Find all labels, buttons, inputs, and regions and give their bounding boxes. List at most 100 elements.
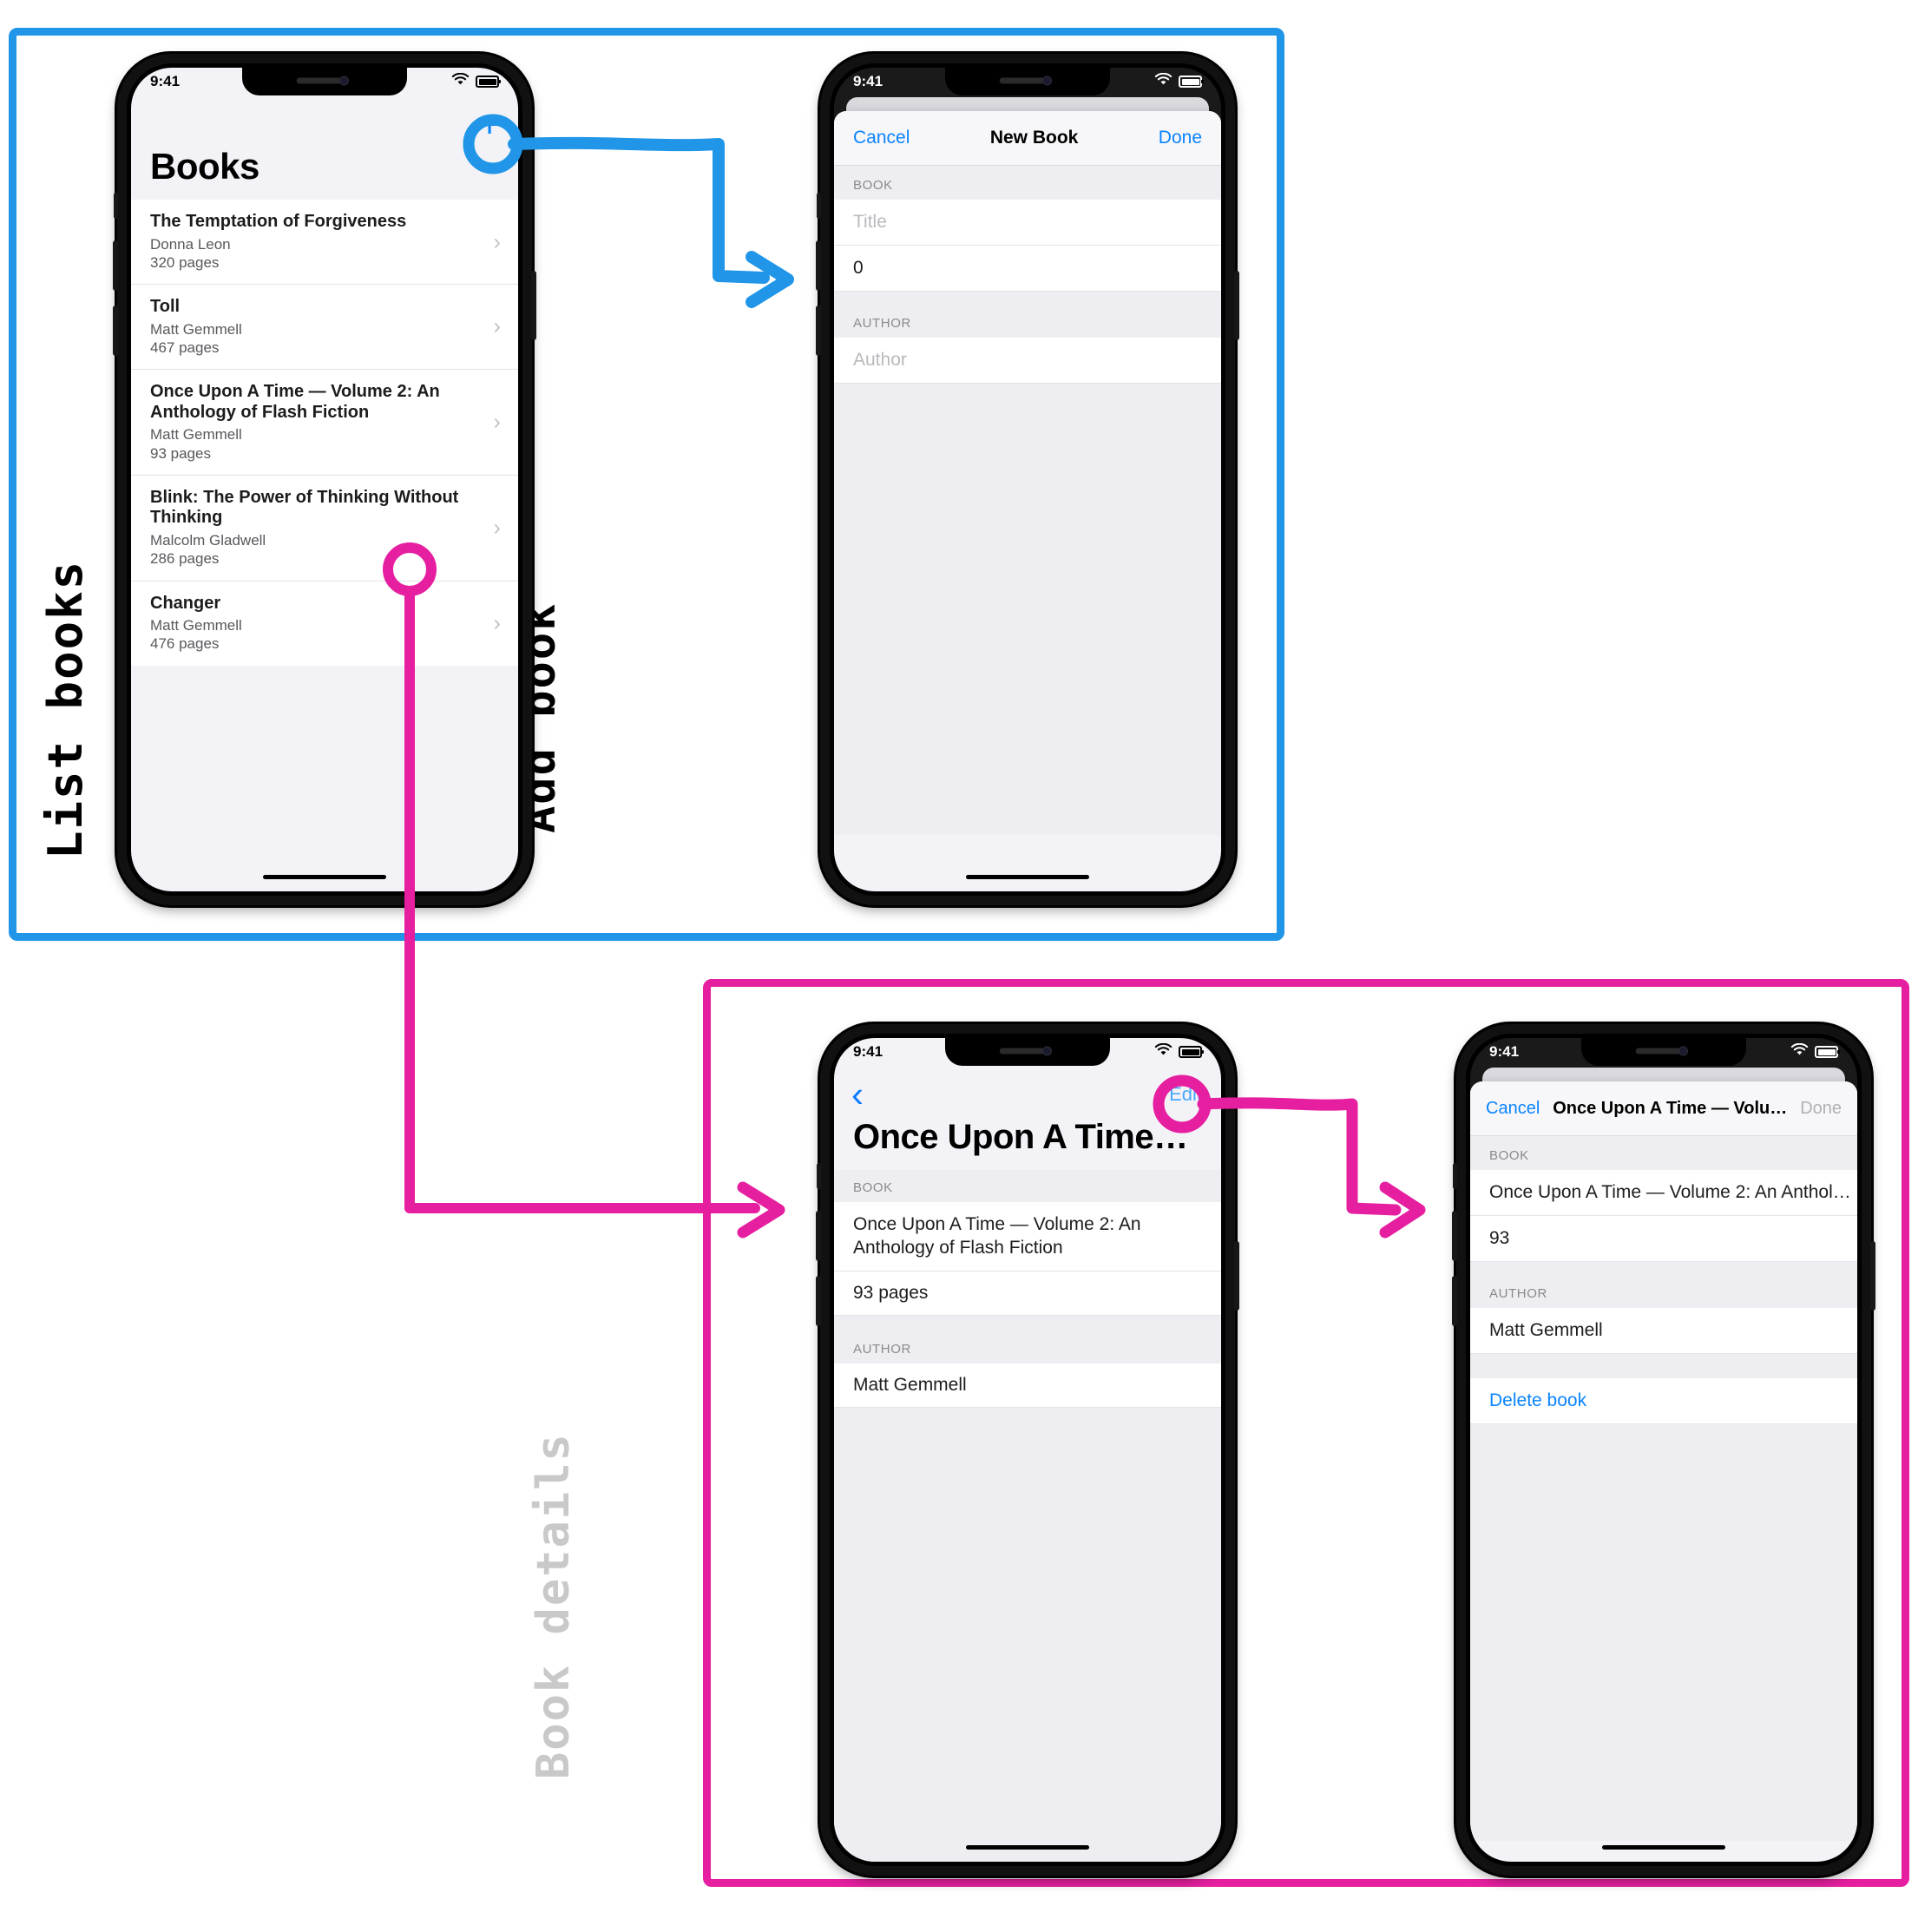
book-author: Matt Gemmell (150, 426, 242, 444)
book-pages: 476 pages (150, 635, 220, 653)
wifi-icon (451, 72, 470, 90)
notch (945, 1038, 1110, 1066)
cancel-button[interactable]: Cancel (1486, 1099, 1540, 1119)
wifi-icon (1154, 1042, 1172, 1061)
section-gap (834, 1315, 1221, 1337)
power-button (1870, 1241, 1875, 1311)
volume-up-button (816, 1211, 821, 1261)
book-title: Changer (150, 593, 221, 613)
book-row-changer[interactable]: Changer Matt Gemmell 476 pages › (131, 580, 518, 666)
home-indicator (966, 875, 1089, 879)
chevron-right-icon: › (493, 312, 501, 339)
book-pages: 320 pages (150, 253, 220, 271)
edit-button[interactable]: Edit (1169, 1083, 1202, 1106)
section-gap (1470, 1262, 1857, 1281)
sheet-title: New Book (989, 128, 1079, 148)
status-time: 9:41 (853, 1043, 883, 1060)
status-time: 9:41 (853, 73, 883, 89)
author-field[interactable]: Matt Gemmell (1470, 1308, 1857, 1354)
delete-book-button[interactable]: Delete book (1470, 1378, 1857, 1424)
home-indicator (966, 1845, 1089, 1850)
section-header-author: AUTHOR (1470, 1281, 1857, 1308)
author-field[interactable]: Author (834, 338, 1221, 384)
earpiece-speaker (999, 1048, 1045, 1055)
book-title: Once Upon A Time — Volume 2: An Antholog… (150, 382, 440, 422)
volume-up-button (1452, 1211, 1457, 1261)
add-button[interactable]: + (478, 106, 501, 144)
page-title: Books (150, 146, 259, 187)
earpiece-speaker (1635, 1048, 1681, 1055)
title-field[interactable]: Once Upon A Time — Volume 2: An Anthol… (1470, 1170, 1857, 1216)
done-button[interactable]: Done (1800, 1099, 1842, 1119)
book-author: Malcolm Gladwell (150, 532, 266, 549)
screen-list-books: 9:41 + Books The Temptation of Forgivene… (131, 68, 518, 891)
power-button (1234, 1241, 1239, 1311)
book-row[interactable]: Once Upon A Time — Volume 2: An Antholog… (131, 369, 518, 475)
section-gap (1470, 1354, 1857, 1378)
notch (945, 68, 1110, 95)
details-form: BOOK Once Upon A Time — Volume 2: An Ant… (834, 1170, 1221, 1862)
back-button[interactable]: ‹ (851, 1076, 864, 1113)
battery-icon (1179, 1046, 1204, 1058)
volume-up-button (113, 240, 118, 291)
status-time: 9:41 (1489, 1043, 1520, 1060)
pages-field[interactable]: 93 (1470, 1216, 1857, 1262)
detail-row-title: Once Upon A Time — Volume 2: An Antholog… (834, 1202, 1221, 1272)
add-book-screen: Cancel New Book Done BOOK Title 0 AUTHOR… (834, 111, 1221, 891)
power-button (1234, 271, 1239, 340)
section-gap (834, 292, 1221, 311)
battery-icon (476, 76, 501, 88)
section-header-book: BOOK (834, 166, 1221, 200)
book-title: The Temptation of Forgiveness (150, 212, 407, 231)
sheet-title: Once Upon A Time — Volu… (1553, 1098, 1788, 1118)
home-indicator (263, 875, 386, 879)
section-header-book: BOOK (834, 1170, 1221, 1202)
book-title: Blink: The Power of Thinking Without Thi… (150, 487, 459, 528)
screen-book-details: 9:41 ‹ Edit Once Upon A Time… BOOK Once … (834, 1038, 1221, 1862)
volume-down-button (816, 306, 821, 356)
front-camera (1042, 76, 1053, 86)
done-button[interactable]: Done (1159, 128, 1202, 148)
section-header-author: AUTHOR (834, 311, 1221, 338)
battery-icon (1179, 76, 1204, 88)
earpiece-speaker (296, 77, 342, 84)
notch (242, 68, 407, 95)
front-camera (1042, 1046, 1053, 1056)
phone-edit-book: 9:41 Cancel Once Upon A Time — Volu… Don… (1452, 1024, 1875, 1876)
volume-down-button (1452, 1276, 1457, 1326)
wifi-icon (1790, 1042, 1809, 1061)
sheet-nav-bar: Cancel New Book Done (834, 111, 1221, 166)
chevron-right-icon: › (493, 228, 501, 255)
book-row[interactable]: Blink: The Power of Thinking Without Thi… (131, 474, 518, 581)
title-field[interactable]: Title (834, 200, 1221, 246)
notch (1581, 1038, 1746, 1066)
edit-book-screen: Cancel Once Upon A Time — Volu… Done BOO… (1470, 1081, 1857, 1862)
book-pages: 286 pages (150, 550, 220, 568)
screen-edit-book: 9:41 Cancel Once Upon A Time — Volu… Don… (1470, 1038, 1857, 1862)
phone-book-details: 9:41 ‹ Edit Once Upon A Time… BOOK Once … (816, 1024, 1239, 1876)
home-indicator (1602, 1845, 1725, 1850)
section-header-book: BOOK (1470, 1136, 1857, 1170)
detail-row-author: Matt Gemmell (834, 1363, 1221, 1408)
form-filler (1470, 1424, 1857, 1841)
status-time: 9:41 (150, 73, 181, 89)
battery-icon (1815, 1046, 1840, 1058)
form-filler (834, 384, 1221, 835)
book-row[interactable]: The Temptation of Forgiveness Donna Leon… (131, 200, 518, 285)
flow-label-book-details: Book details (528, 1432, 580, 1779)
chevron-right-icon: › (493, 514, 501, 541)
screen-add-book: 9:41 Cancel New Book Done BOOK Title 0 A… (834, 68, 1221, 891)
silent-switch (114, 193, 118, 219)
book-pages: 467 pages (150, 338, 220, 356)
silent-switch (817, 1163, 821, 1189)
power-button (531, 271, 536, 340)
pages-field[interactable]: 0 (834, 246, 1221, 292)
silent-switch (817, 193, 821, 219)
volume-down-button (816, 1276, 821, 1326)
book-pages: 93 pages (150, 444, 211, 462)
book-title: Toll (150, 297, 181, 317)
cancel-button[interactable]: Cancel (853, 128, 910, 148)
book-row[interactable]: Toll Matt Gemmell 467 pages › (131, 284, 518, 370)
chevron-right-icon: › (493, 609, 501, 636)
front-camera (339, 76, 350, 86)
